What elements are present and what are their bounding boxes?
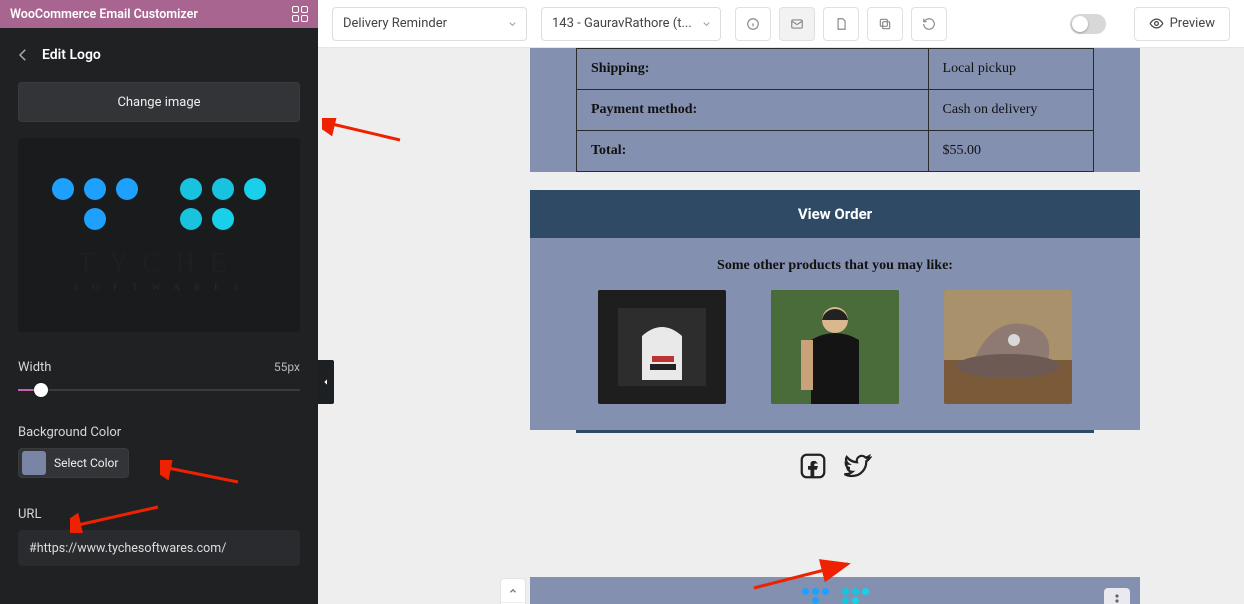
recommendations-title: Some other products that you may like: bbox=[576, 238, 1094, 290]
panel-body: Change image TYCHE S O F T W A R E S Wid… bbox=[0, 82, 318, 584]
app-title: WooCommerce Email Customizer bbox=[10, 7, 198, 22]
info-button[interactable] bbox=[735, 7, 771, 41]
template-select-value: Delivery Reminder bbox=[343, 16, 447, 31]
product-thumb[interactable] bbox=[771, 290, 899, 404]
copy-button[interactable] bbox=[867, 7, 903, 41]
logo-subtext: S O F T W A R E S bbox=[52, 282, 266, 292]
document-view-button[interactable] bbox=[823, 7, 859, 41]
preview-label: Preview bbox=[1170, 16, 1215, 31]
row-controls bbox=[500, 578, 526, 604]
footer-logo: TYCHE bbox=[802, 588, 869, 604]
url-input[interactable] bbox=[18, 530, 300, 566]
device-group bbox=[735, 7, 947, 41]
facebook-icon[interactable] bbox=[798, 451, 828, 481]
template-select[interactable]: Delivery Reminder bbox=[332, 7, 527, 41]
table-row: Shipping:Local pickup bbox=[577, 49, 1094, 90]
eye-icon bbox=[1149, 16, 1164, 31]
topbar: Delivery Reminder 143 - GauravRathore (t… bbox=[318, 0, 1244, 48]
width-label: Width bbox=[18, 360, 51, 375]
summary-label: Payment method: bbox=[577, 90, 929, 131]
sidebar-header: WooCommerce Email Customizer bbox=[0, 0, 318, 28]
width-slider[interactable] bbox=[18, 383, 300, 397]
twitter-icon[interactable] bbox=[842, 451, 872, 481]
chevron-down-icon bbox=[701, 18, 712, 29]
more-vertical-icon bbox=[1115, 594, 1119, 604]
summary-value: Cash on delivery bbox=[928, 90, 1093, 131]
table-row: Total:$55.00 bbox=[577, 131, 1094, 172]
select-color-button[interactable]: Select Color bbox=[18, 448, 129, 478]
dark-mode-toggle[interactable] bbox=[1070, 14, 1106, 34]
summary-value: Local pickup bbox=[928, 49, 1093, 90]
block-more-button[interactable] bbox=[1104, 588, 1130, 604]
product-thumb[interactable] bbox=[944, 290, 1072, 404]
chevron-left-icon bbox=[322, 377, 330, 387]
table-row: Payment method:Cash on delivery bbox=[577, 90, 1094, 131]
select-color-label: Select Color bbox=[54, 456, 118, 470]
preview-button[interactable]: Preview bbox=[1134, 7, 1230, 41]
reset-button[interactable] bbox=[911, 7, 947, 41]
breadcrumb[interactable]: Edit Logo bbox=[0, 28, 318, 82]
bgcolor-field: Background Color Select Color bbox=[18, 425, 300, 479]
summary-label: Shipping: bbox=[577, 49, 929, 90]
canvas: Shipping:Local pickup Payment method:Cas… bbox=[318, 48, 1244, 604]
url-field: URL bbox=[18, 507, 300, 566]
bgcolor-label: Background Color bbox=[18, 425, 121, 440]
email-view-button[interactable] bbox=[779, 7, 815, 41]
url-label: URL bbox=[18, 507, 41, 522]
row-move-up-button[interactable] bbox=[501, 579, 525, 603]
crumb-title: Edit Logo bbox=[42, 47, 101, 63]
width-value: 55px bbox=[274, 360, 300, 375]
change-image-button[interactable]: Change image bbox=[18, 82, 300, 122]
summary-table: Shipping:Local pickup Payment method:Cas… bbox=[576, 48, 1094, 172]
sidebar: WooCommerce Email Customizer Edit Logo C… bbox=[0, 0, 318, 604]
order-select[interactable]: 143 - GauravRathore (t... bbox=[541, 7, 721, 41]
recommended-products bbox=[576, 290, 1094, 430]
product-thumb[interactable] bbox=[598, 290, 726, 404]
view-order-button[interactable]: View Order bbox=[530, 190, 1140, 238]
width-field: Width 55px bbox=[18, 360, 300, 397]
chevron-down-icon bbox=[507, 18, 518, 29]
logo-preview: TYCHE S O F T W A R E S bbox=[18, 138, 300, 332]
logo-text: TYCHE bbox=[52, 248, 266, 280]
apps-icon[interactable] bbox=[292, 6, 308, 22]
sidebar-collapse-handle[interactable] bbox=[318, 360, 334, 404]
social-row bbox=[530, 433, 1140, 501]
color-swatch bbox=[22, 451, 46, 475]
annotation-arrow bbox=[322, 118, 402, 148]
order-select-value: 143 - GauravRathore (t... bbox=[552, 16, 692, 31]
email-footer[interactable]: TYCHE bbox=[530, 577, 1140, 604]
summary-value: $55.00 bbox=[928, 131, 1093, 172]
summary-label: Total: bbox=[577, 131, 929, 172]
email-preview: Shipping:Local pickup Payment method:Cas… bbox=[530, 48, 1140, 501]
back-arrow-icon[interactable] bbox=[14, 46, 32, 64]
